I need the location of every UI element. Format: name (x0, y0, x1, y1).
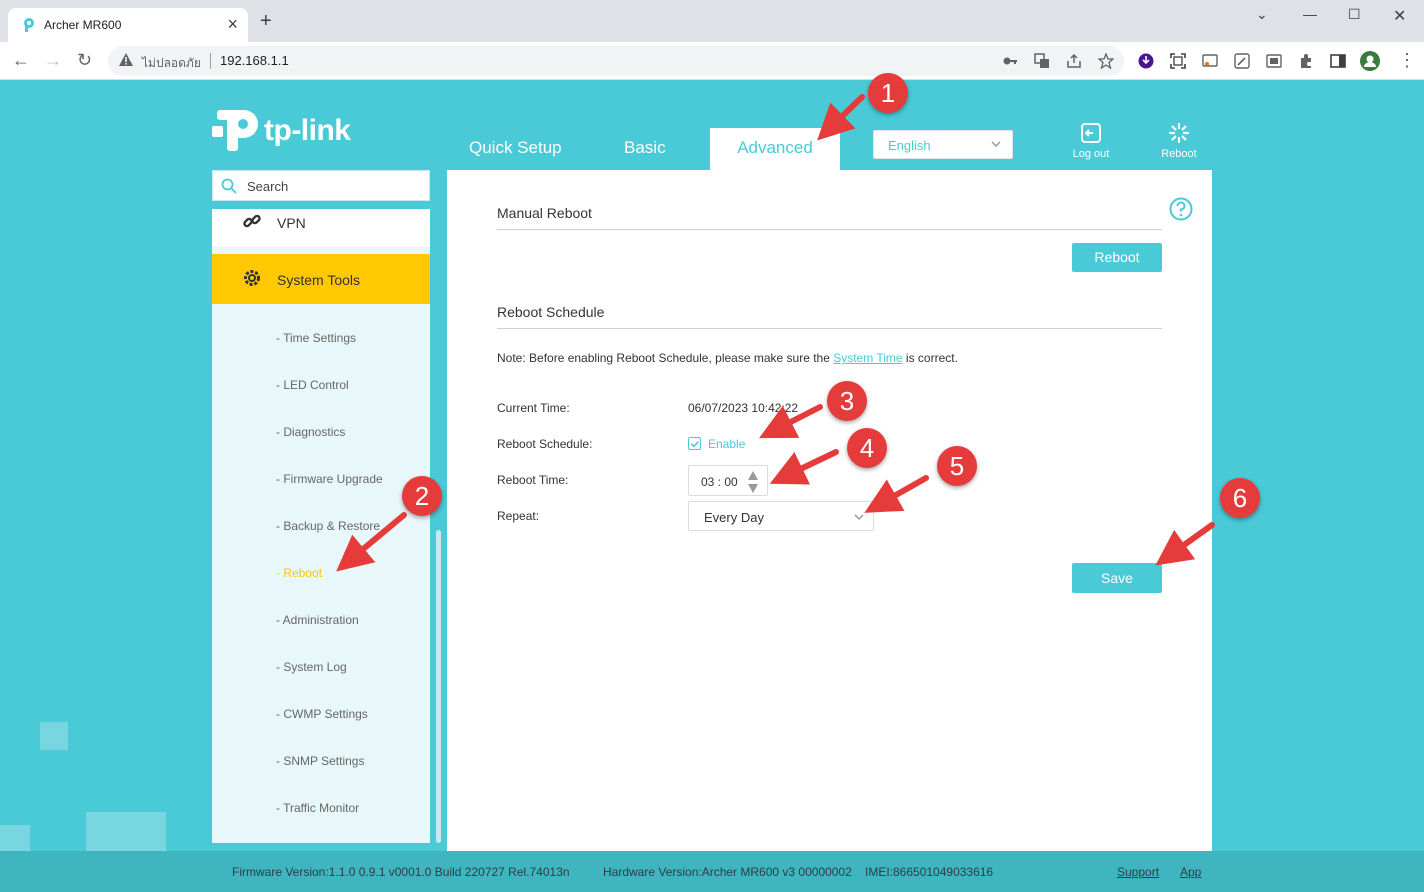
arrow-3 (758, 404, 823, 439)
annotation-badge-1: 1 (868, 73, 908, 113)
annotation-badge-4: 4 (847, 428, 887, 468)
annotation-arrows (336, 94, 1215, 572)
arrow-6 (1155, 522, 1215, 566)
annotation-badge-2: 2 (402, 476, 442, 516)
arrow-4 (769, 449, 839, 485)
arrow-2 (336, 512, 407, 572)
arrow-1 (817, 94, 865, 141)
annotation-badge-5: 5 (937, 446, 977, 486)
annotation-badge-6: 6 (1220, 478, 1260, 518)
annotation-badge-3: 3 (827, 381, 867, 421)
arrow-5 (864, 475, 929, 513)
